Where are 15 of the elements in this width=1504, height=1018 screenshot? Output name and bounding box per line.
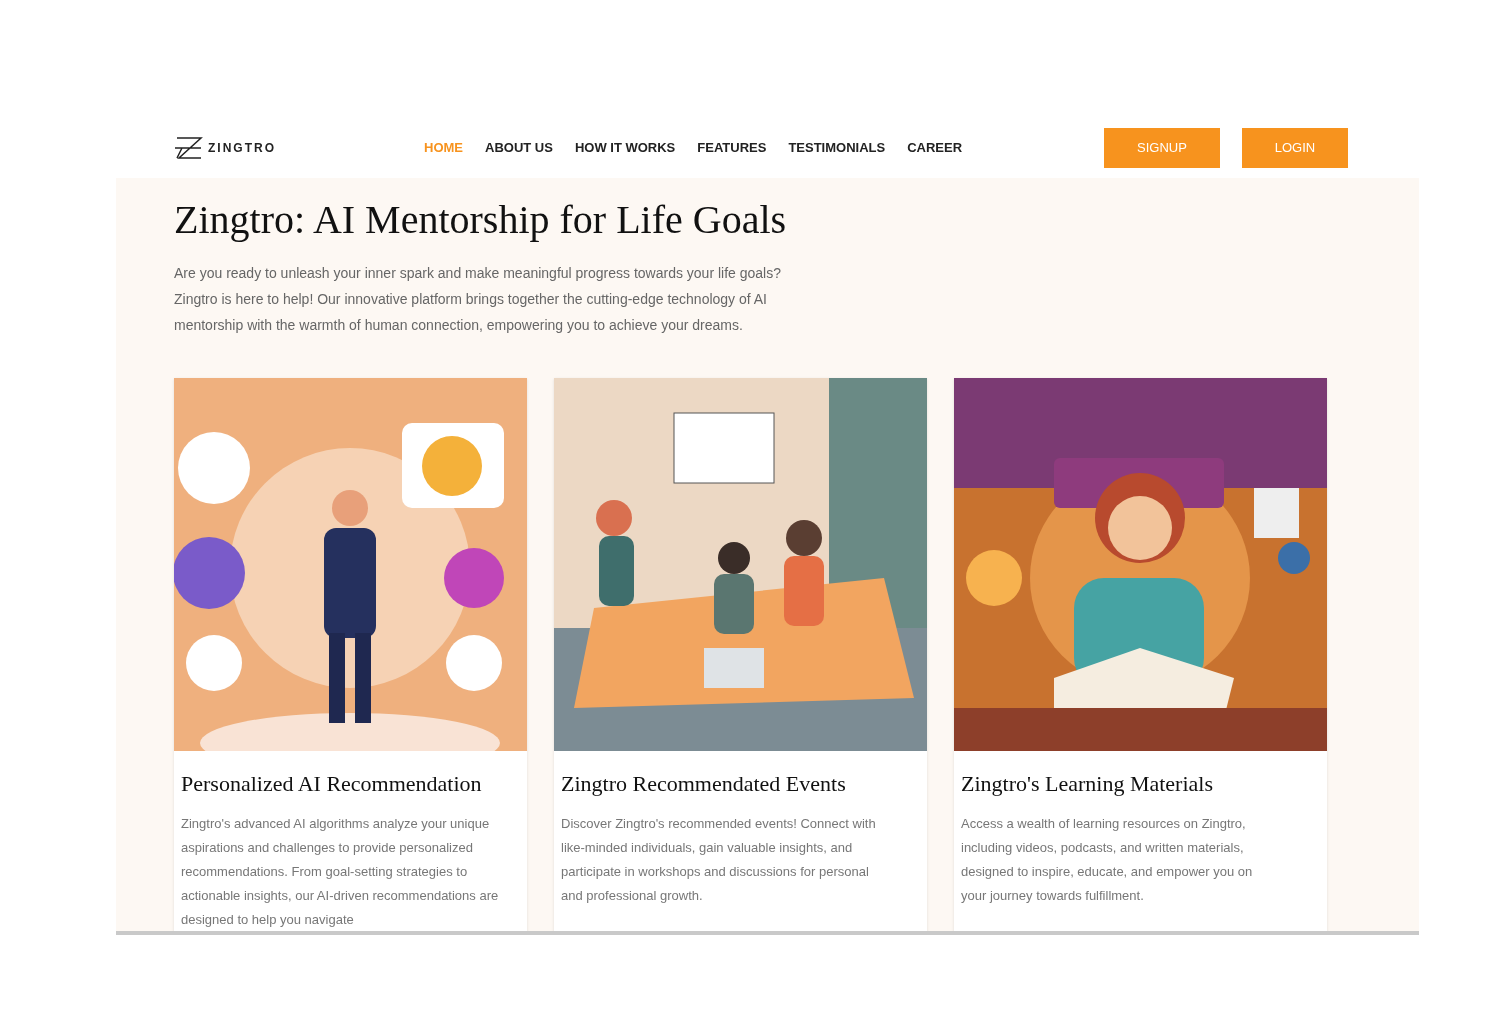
logo-text: ZINGTRO xyxy=(208,140,276,157)
card-description: Discover Zingtro's recommended events! Connect with like-minded individuals, gain valuable insights, and participate in workshops and discussions for personal and professional growth. xyxy=(561,815,877,905)
logo-icon xyxy=(174,135,204,161)
hero-title: Zingtro: AI Mentorship for Life Goals xyxy=(174,196,788,244)
nav-link[interactable]: ABOUT US xyxy=(485,138,553,158)
nav-link[interactable]: FEATURES xyxy=(697,138,767,158)
card-description: Access a wealth of learning resources on Zingtro, including videos, podcasts, and written materials, designed to inspire, educate, and empower you on your journey towards fulfillment. xyxy=(961,815,1254,905)
hero-description: Are you ready to unleash your inner spark and make meaningful progress towards your life goals? Zingtro is here to help! Our innovative platform brings together the cutting-edge technology of AI mentorship with the warmth of human connection, empowering you to achieve your dreams. xyxy=(174,264,782,335)
card-title: Zingtro Recommendated Events xyxy=(561,770,847,798)
nav-link[interactable]: HOW IT WORKS xyxy=(574,138,676,158)
nav-link[interactable]: TESTIMONIALS xyxy=(788,138,886,158)
nav-link[interactable]: CAREER xyxy=(907,138,963,158)
card-description: Zingtro's advanced AI algorithms analyze your unique aspirations and challenges to provide personalized recommendations. From goal-setting strategies to actionable insights, our AI-driven recommendations are designed to help you navigate xyxy=(181,815,499,929)
card-title: Personalized AI Recommendation xyxy=(181,770,483,798)
card-title: Zingtro's Learning Materials xyxy=(961,770,1214,798)
